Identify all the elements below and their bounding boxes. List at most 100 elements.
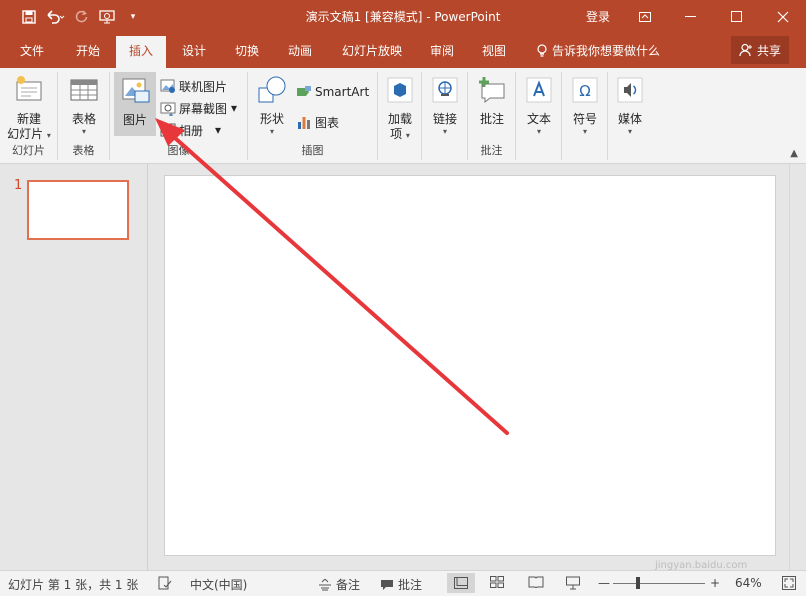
language-status[interactable]: 中文(中国) bbox=[190, 576, 247, 593]
maximize-icon[interactable] bbox=[714, 0, 760, 34]
online-pictures-button[interactable]: 联机图片 bbox=[160, 76, 227, 96]
zoom-slider-track[interactable] bbox=[613, 583, 705, 584]
zoom-slider-thumb[interactable] bbox=[636, 577, 640, 589]
smartart-button[interactable]: SmartArt bbox=[296, 82, 369, 102]
group-slides-label: 幻灯片 bbox=[12, 144, 45, 157]
notes-button[interactable]: 备注 bbox=[318, 576, 360, 593]
login-link[interactable]: 登录 bbox=[586, 8, 610, 25]
lightbulb-icon bbox=[537, 44, 547, 57]
ribbon-tabs: 文件 开始 插入 设计 切换 动画 幻灯片放映 审阅 视图 告诉我你想要做什么 bbox=[0, 34, 806, 68]
media-button[interactable]: 媒体 ▾ bbox=[612, 74, 648, 137]
picture-button[interactable]: 图片 bbox=[114, 72, 156, 136]
photo-album-icon bbox=[160, 123, 176, 137]
tab-design[interactable]: 设计 bbox=[174, 34, 214, 68]
notes-icon bbox=[319, 578, 331, 590]
tab-file[interactable]: 文件 bbox=[14, 34, 50, 68]
tab-home[interactable]: 开始 bbox=[68, 34, 108, 68]
customize-qat-icon[interactable]: ▾ bbox=[122, 7, 144, 27]
smartart-icon bbox=[297, 86, 311, 96]
group-tables: 表格 ▾ 表格 bbox=[58, 72, 110, 160]
comment-button[interactable]: 批注 bbox=[474, 74, 510, 127]
person-icon bbox=[739, 43, 752, 57]
tab-review[interactable]: 审阅 bbox=[422, 34, 462, 68]
tab-animations[interactable]: 动画 bbox=[280, 34, 320, 68]
watermark-logo: Bai 经验 bbox=[620, 516, 720, 544]
slide-thumbnail[interactable] bbox=[27, 180, 129, 240]
group-tables-label: 表格 bbox=[72, 144, 95, 157]
picture-icon bbox=[122, 78, 150, 103]
comment-status-icon bbox=[381, 579, 393, 590]
minimize-icon[interactable] bbox=[668, 0, 714, 34]
tab-transitions[interactable]: 切换 bbox=[227, 34, 267, 68]
shapes-button[interactable]: 形状 ▾ bbox=[254, 74, 290, 137]
ribbon-display-options-icon[interactable] bbox=[622, 0, 668, 34]
tab-slideshow[interactable]: 幻灯片放映 bbox=[334, 34, 410, 68]
smartart-label: SmartArt bbox=[315, 85, 370, 99]
table-label: 表格 bbox=[71, 112, 96, 126]
addins-label2: 项 bbox=[390, 127, 403, 141]
tab-insert[interactable]: 插入 bbox=[116, 36, 166, 68]
slide-sorter-icon[interactable] bbox=[490, 576, 504, 588]
group-illustrations-label: 插图 bbox=[301, 144, 324, 157]
vertical-scrollbar[interactable] bbox=[789, 164, 806, 570]
undo-icon[interactable] bbox=[44, 7, 66, 27]
share-label: 共享 bbox=[756, 43, 781, 58]
tab-view[interactable]: 视图 bbox=[474, 34, 514, 68]
window-title: 演示文稿1 [兼容模式] - PowerPoint bbox=[305, 10, 501, 24]
collapse-ribbon-icon[interactable]: ▲ bbox=[790, 148, 798, 159]
chart-label: 图表 bbox=[315, 115, 340, 130]
thumbnail-number: 1 bbox=[14, 178, 23, 193]
shapes-label: 形状 bbox=[259, 112, 284, 126]
slide-canvas[interactable] bbox=[164, 175, 776, 556]
screenshot-button[interactable]: 屏幕截图 ▾ bbox=[160, 98, 237, 118]
slide-count-status: 幻灯片 第 1 张，共 1 张 bbox=[8, 578, 139, 592]
group-slides: 新建 幻灯片 ▾ 幻灯片 bbox=[0, 72, 58, 160]
symbols-label: 符号 bbox=[572, 112, 597, 126]
photo-album-label: 相册 bbox=[179, 123, 204, 138]
new-slide-button[interactable]: 新建 幻灯片 ▾ bbox=[4, 74, 54, 142]
status-bar: 幻灯片 第 1 张，共 1 张 中文(中国) 备注 批注 — + 64% bbox=[0, 570, 806, 596]
save-icon[interactable] bbox=[18, 7, 40, 27]
share-button[interactable]: 共享 bbox=[731, 36, 789, 64]
zoom-out-icon[interactable]: — bbox=[598, 576, 610, 590]
table-button[interactable]: 表格 ▾ bbox=[68, 74, 100, 137]
ribbon: 新建 幻灯片 ▾ 幻灯片 表格 ▾ 表格 图片 联机图片 屏幕截图▾ 相册▾ bbox=[0, 68, 806, 164]
group-illustrations: 形状 ▾ SmartArt 图表 插图 bbox=[248, 72, 378, 160]
zoom-level[interactable]: 64% bbox=[735, 576, 762, 590]
group-images: 图片 联机图片 屏幕截图 ▾ 相册 ▾ 图像 bbox=[110, 72, 248, 160]
chart-icon bbox=[298, 117, 310, 129]
group-links: 链接 ▾ bbox=[422, 72, 468, 160]
group-media: 媒体 ▾ bbox=[608, 72, 652, 160]
text-button[interactable]: 文本 ▾ bbox=[521, 74, 557, 137]
slideshow-view-icon[interactable] bbox=[566, 576, 580, 590]
spellcheck-icon[interactable] bbox=[158, 576, 172, 590]
addins-button[interactable]: 加载 项 ▾ bbox=[382, 74, 418, 142]
tell-me-box[interactable]: 告诉我你想要做什么 bbox=[536, 34, 660, 68]
close-icon[interactable] bbox=[760, 0, 806, 34]
zoom-in-icon[interactable]: + bbox=[710, 576, 720, 590]
link-button[interactable]: 链接 ▾ bbox=[427, 74, 463, 137]
text-icon bbox=[526, 77, 552, 103]
slideshow-from-start-icon[interactable] bbox=[96, 7, 118, 27]
picture-label: 图片 bbox=[122, 113, 147, 127]
group-comments: 批注 批注 bbox=[468, 72, 516, 160]
normal-view-icon[interactable] bbox=[447, 573, 475, 593]
screenshot-icon bbox=[160, 102, 176, 116]
photo-album-button[interactable]: 相册 ▾ bbox=[160, 120, 221, 140]
group-comments-label: 批注 bbox=[480, 144, 503, 157]
reading-view-icon[interactable] bbox=[528, 576, 544, 588]
comments-status-button[interactable]: 批注 bbox=[380, 576, 422, 593]
link-icon bbox=[432, 77, 458, 103]
symbols-button[interactable]: Ω 符号 ▾ bbox=[567, 74, 603, 137]
group-images-label: 图像 bbox=[167, 144, 190, 157]
shapes-icon bbox=[258, 76, 286, 103]
fit-to-window-icon[interactable] bbox=[782, 576, 796, 590]
redo-icon[interactable] bbox=[70, 7, 92, 27]
addins-icon bbox=[387, 77, 413, 103]
online-pictures-label: 联机图片 bbox=[179, 79, 228, 94]
chart-button[interactable]: 图表 bbox=[296, 112, 339, 132]
new-slide-label2: 幻灯片 bbox=[7, 127, 44, 141]
group-addins: 加载 项 ▾ bbox=[378, 72, 422, 160]
quick-access-toolbar: ▾ bbox=[18, 7, 148, 27]
comment-label: 批注 bbox=[479, 112, 504, 126]
